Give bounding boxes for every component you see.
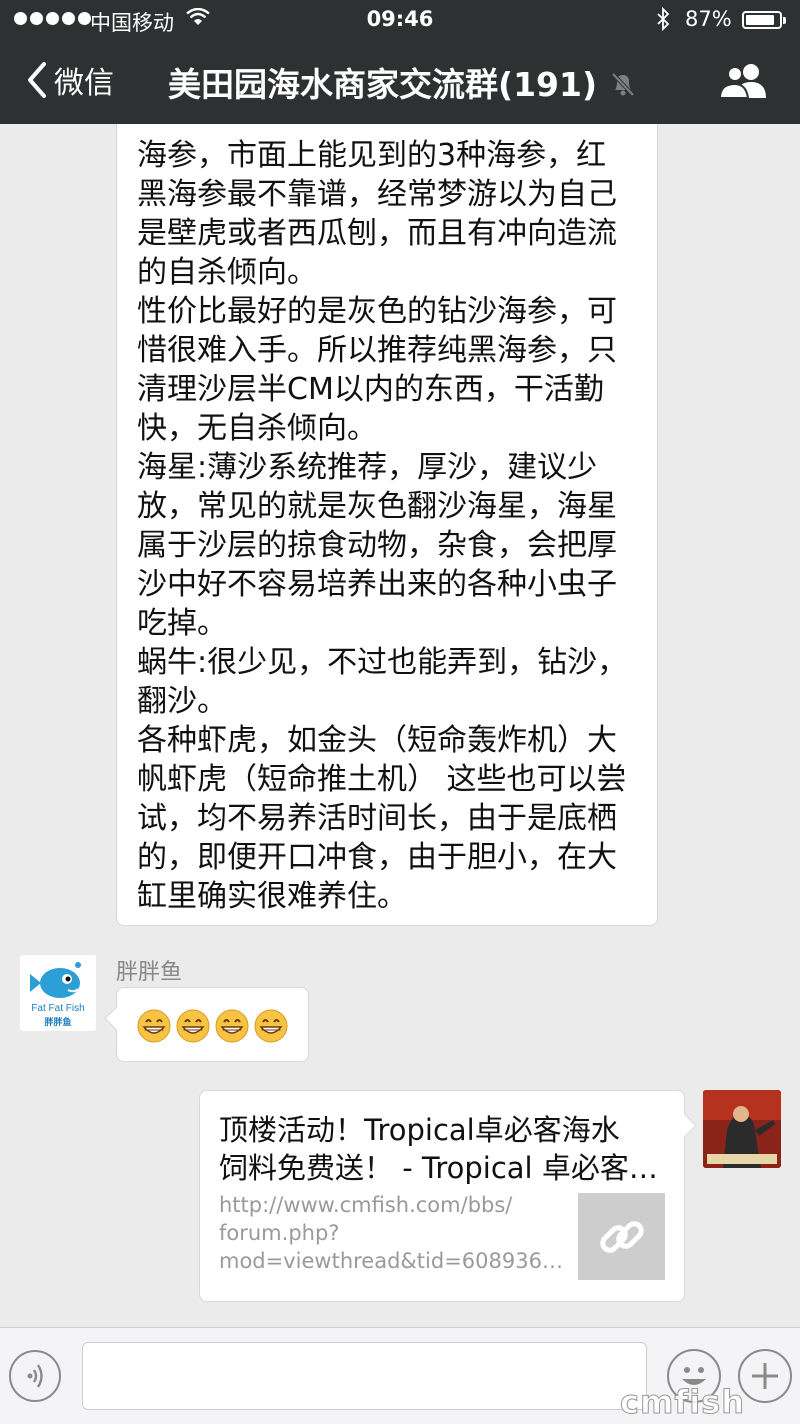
message-line: 属于沙层的掠食动物，杂食，会把厚	[137, 528, 617, 563]
avatar-fatfatfish[interactable]: Fat Fat Fish 胖胖鱼	[20, 955, 96, 1031]
sender-name: 胖胖鱼	[116, 960, 183, 985]
plus-icon	[752, 1363, 778, 1389]
message-line: 放，常见的就是灰色翻沙海星，海星	[137, 489, 617, 524]
message-line: 的，即便开口冲食，由于胆小，在大	[137, 840, 617, 875]
back-label: 微信	[54, 66, 114, 101]
header: 中国移动 09:46 87% 微信 美田园海水商家交流群(191)	[0, 0, 800, 124]
bubble-tail	[104, 1006, 129, 1031]
link-title-line1: 顶楼活动！Tropical卓必客海水	[219, 1113, 620, 1147]
battery-icon	[742, 11, 786, 29]
message-line: 惜很难入手。所以推荐纯黑海参，只	[137, 333, 617, 368]
message-line: 快，无自杀倾向。	[137, 411, 377, 446]
avatar-text-cn: 胖胖鱼	[44, 1018, 72, 1028]
battery-percent: 87%	[685, 7, 732, 31]
message-line: 各种虾虎，如金头（短命轰炸机）大	[137, 723, 617, 758]
plus-button[interactable]	[738, 1349, 792, 1403]
message-line: 沙中好不容易培养出来的各种小虫子	[137, 567, 617, 602]
message-line: 海参，市面上能见到的3种海参，红	[137, 138, 607, 173]
grinning-face-icon	[137, 1009, 171, 1043]
link-url: http://www.cmfish.com/bbs/ forum.php? mo…	[219, 1191, 564, 1275]
status-time: 09:46	[366, 7, 434, 31]
avatar-self[interactable]	[703, 1090, 781, 1168]
grinning-face-icon	[176, 1009, 210, 1043]
message-line: 蜗牛:很少见，不过也能弄到，钻沙，	[137, 645, 628, 680]
link-url-line3: mod=viewthread&tid=608936&extra=page%3D1	[219, 1249, 564, 1273]
link-url-line1: http://www.cmfish.com/bbs/	[219, 1193, 513, 1217]
voice-button[interactable]	[9, 1350, 61, 1402]
status-bar: 中国移动 09:46 87%	[0, 0, 800, 40]
message-line: 试，均不易养活时间长，由于是底栖	[137, 801, 617, 836]
message-line: 是壁虎或者西瓜刨，而且有冲向造流	[137, 216, 617, 251]
link-title-line2: 饲料免费送！ - Tropical 卓必客海水饲料	[219, 1151, 659, 1185]
group-members-icon[interactable]	[718, 62, 768, 100]
link-card-bubble[interactable]: 顶楼活动！Tropical卓必客海水 饲料免费送！ - Tropical 卓必客…	[199, 1090, 697, 1302]
watermark-logo: cmfish	[619, 1383, 746, 1422]
message-line: 性价比最好的是灰色的钻沙海参，可	[137, 294, 617, 329]
back-button[interactable]: 微信	[24, 58, 114, 102]
emoji-row	[137, 1009, 288, 1043]
bubble-tail	[672, 1113, 697, 1138]
emoji-message-bubble[interactable]	[104, 987, 309, 1062]
link-thumbnail	[578, 1193, 665, 1280]
message-line: 帆虾虎（短命推土机） 这些也可以尝	[137, 762, 627, 797]
message-line: 清理沙层半CM以内的东西，干活勤	[137, 372, 604, 407]
bluetooth-icon	[657, 7, 670, 31]
mute-bell-icon	[611, 72, 635, 97]
grinning-face-icon	[254, 1009, 288, 1043]
voice-icon	[27, 1364, 43, 1388]
link-title: 顶楼活动！Tropical卓必客海水 饲料免费送！ - Tropical 卓必客…	[219, 1111, 659, 1187]
message-input[interactable]	[82, 1342, 647, 1410]
grinning-face-icon	[215, 1009, 249, 1043]
nav-bar: 微信 美田园海水商家交流群(191)	[0, 40, 800, 124]
text-message-bubble[interactable]: 海参，市面上能见到的3种海参，红 黑海参最不靠谱，经常梦游以为自己 是壁虎或者西瓜刨…	[116, 60, 658, 926]
chevron-left-icon	[28, 62, 46, 98]
poster-avatar-icon	[703, 1090, 781, 1168]
avatar-text-en: Fat Fat Fish	[31, 1003, 85, 1014]
message-line: 缸里确实很难养住。	[137, 879, 407, 914]
message-line: 的自杀倾向。	[137, 255, 317, 290]
message-line: 吃掉。	[137, 606, 227, 641]
message-line: 黑海参最不靠谱，经常梦游以为自己	[137, 177, 617, 212]
message-line: 翻沙。	[137, 684, 227, 719]
chat-title: 美田园海水商家交流群(191)	[168, 65, 598, 104]
link-icon	[599, 1220, 644, 1253]
link-url-line2: forum.php?	[219, 1221, 340, 1245]
message-text: 海参，市面上能见到的3种海参，红 黑海参最不靠谱，经常梦游以为自己 是壁虎或者西瓜刨…	[137, 136, 642, 916]
battery-fill	[746, 15, 774, 25]
message-line: 海星:薄沙系统推荐，厚沙，建议少	[137, 450, 598, 485]
